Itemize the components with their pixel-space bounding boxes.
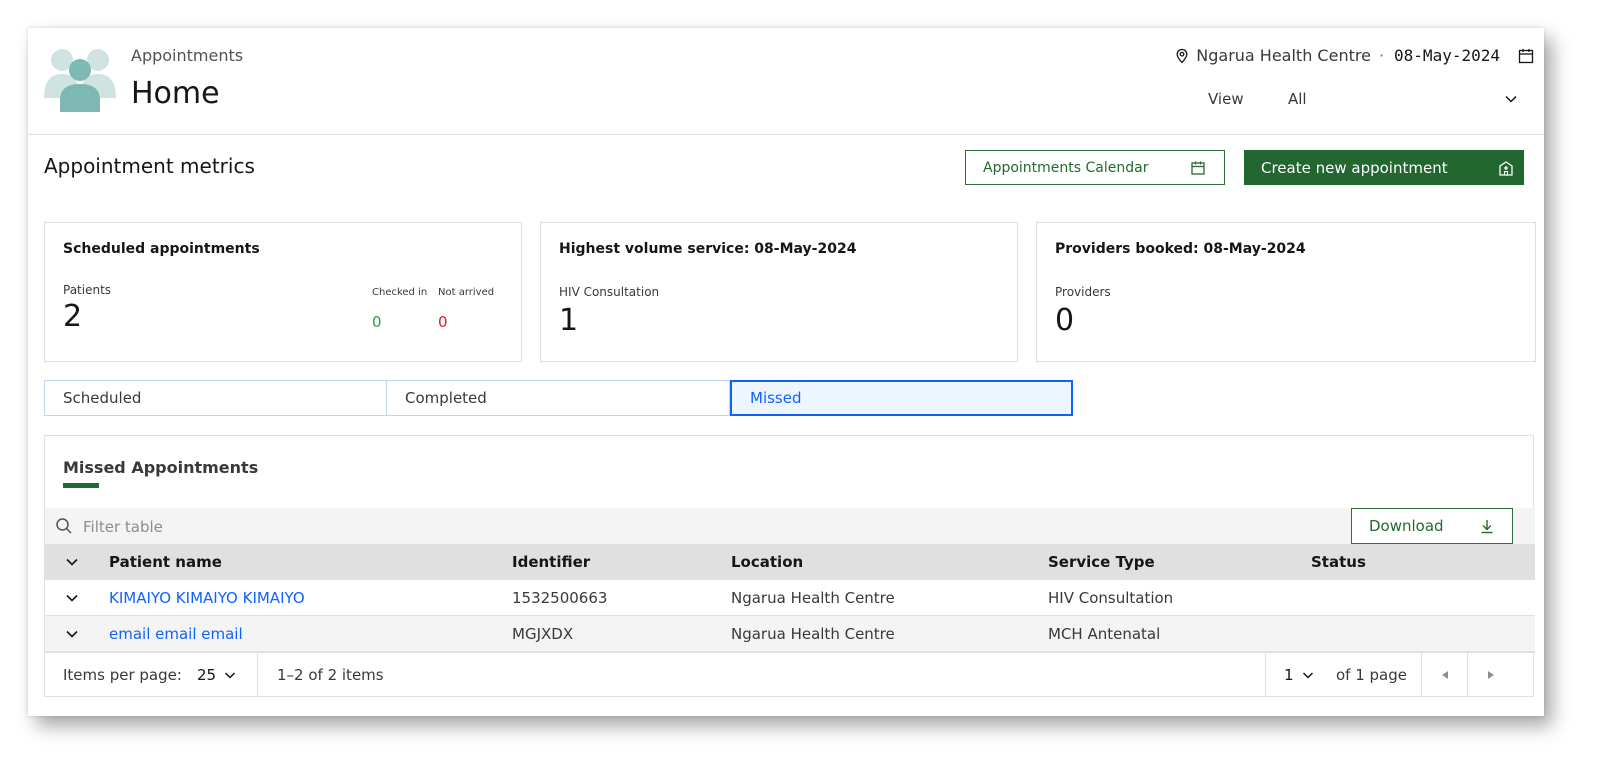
items-range: 1–2 of 2 items: [277, 666, 384, 684]
appointments-people-icon: [44, 49, 116, 112]
chevron-down-icon: [66, 558, 78, 566]
location-cell: Ngarua Health Centre: [731, 625, 895, 643]
chevron-down-icon: [66, 594, 78, 602]
view-label: View: [1208, 90, 1244, 108]
column-header-location[interactable]: Location: [731, 544, 803, 580]
not-arrived-value: 0: [438, 313, 448, 331]
column-header-service-type[interactable]: Service Type: [1048, 544, 1155, 580]
app-window: Appointments Home Ngarua Health Centre ·…: [28, 28, 1544, 716]
column-header-status[interactable]: Status: [1311, 544, 1366, 580]
card-title: Scheduled appointments: [63, 241, 260, 257]
chevron-down-icon: [66, 630, 78, 638]
service-type-cell: MCH Antenatal: [1048, 625, 1161, 643]
checked-in-value: 0: [372, 313, 382, 331]
items-per-page-label: Items per page:: [63, 666, 182, 684]
total-pages: of 1 page: [1336, 666, 1408, 684]
patient-name-link[interactable]: KIMAIYO KIMAIYO KIMAIYO: [109, 589, 305, 607]
caret-left-icon: [1441, 671, 1448, 679]
checked-in-label: Checked in: [372, 287, 428, 298]
row-expand-toggle[interactable]: [65, 580, 81, 616]
tab-missed[interactable]: Missed: [730, 380, 1073, 416]
chevron-down-icon: [1302, 672, 1313, 679]
providers-booked-card: Providers booked: 08-May-2024 Providers …: [1036, 222, 1536, 362]
card-subtitle: Patients: [63, 283, 112, 297]
tab-scheduled[interactable]: Scheduled: [44, 380, 387, 416]
filter-table-input[interactable]: [81, 508, 1345, 546]
calendar-icon[interactable]: [1518, 48, 1534, 64]
expand-all-toggle[interactable]: [65, 544, 81, 580]
highest-volume-service-card: Highest volume service: 08-May-2024 HIV …: [540, 222, 1018, 362]
page-select[interactable]: 1: [1284, 666, 1314, 684]
column-header-identifier[interactable]: Identifier: [512, 544, 590, 580]
pagination: Items per page: 25 1–2 of 2 items 1 of 1…: [45, 652, 1535, 697]
download-button[interactable]: Download: [1351, 508, 1513, 544]
table-row: email email email MGJXDX Ngarua Health C…: [45, 616, 1535, 652]
table-row: KIMAIYO KIMAIYO KIMAIYO 1532500663 Ngaru…: [45, 580, 1535, 616]
table-toolbar: Download: [45, 508, 1535, 546]
divider: [1265, 653, 1266, 697]
table-title: Missed Appointments: [63, 458, 259, 477]
appointment-tabs: Scheduled Completed Missed: [44, 380, 1073, 418]
card-subtitle: HIV Consultation: [559, 285, 660, 299]
card-value: 2: [63, 299, 83, 334]
items-per-page-select[interactable]: 25: [197, 666, 236, 684]
appointments-calendar-label: Appointments Calendar: [983, 159, 1149, 176]
view-selected-value: All: [1288, 90, 1307, 108]
next-page-button[interactable]: [1468, 653, 1513, 697]
search-icon: [56, 518, 72, 534]
scheduled-appointments-card: Scheduled appointments Patients 2 Checke…: [44, 222, 522, 362]
title-underline: [63, 483, 99, 488]
view-select[interactable]: All: [1288, 90, 1518, 108]
appointments-calendar-button[interactable]: Appointments Calendar: [965, 150, 1225, 185]
card-subtitle: Providers: [1055, 285, 1111, 299]
separator: ·: [1378, 46, 1385, 65]
card-value: 1: [559, 303, 579, 338]
identifier-cell: MGJXDX: [512, 625, 574, 643]
divider: [257, 653, 258, 697]
items-per-page-value: 25: [197, 666, 217, 684]
location-date-row: Ngarua Health Centre · 08-May-2024: [1174, 46, 1534, 65]
location-cell: Ngarua Health Centre: [731, 589, 895, 607]
location-name[interactable]: Ngarua Health Centre: [1196, 46, 1371, 65]
column-header-patient-name[interactable]: Patient name: [109, 544, 222, 580]
hospital-building-icon: [1499, 160, 1513, 176]
tab-completed[interactable]: Completed: [387, 380, 730, 416]
patient-name-link[interactable]: email email email: [109, 625, 243, 643]
row-expand-toggle[interactable]: [65, 616, 81, 652]
create-appointment-button[interactable]: Create new appointment: [1244, 150, 1524, 185]
view-filter: View All: [1208, 90, 1518, 108]
download-icon: [1481, 520, 1493, 534]
chevron-down-icon: [225, 672, 236, 679]
card-title: Providers booked: 08-May-2024: [1055, 241, 1306, 257]
page-header: Appointments Home Ngarua Health Centre ·…: [28, 28, 1544, 135]
card-value: 0: [1055, 303, 1075, 338]
page-number: 1: [1284, 666, 1294, 684]
download-label: Download: [1369, 517, 1444, 535]
current-date: 08-May-2024: [1394, 46, 1500, 65]
identifier-cell: 1532500663: [512, 589, 608, 607]
card-title: Highest volume service: 08-May-2024: [559, 241, 857, 257]
missed-appointments-panel: Missed Appointments Download Patient: [44, 435, 1535, 697]
calendar-icon: [1191, 161, 1205, 175]
chevron-down-icon: [1505, 95, 1517, 103]
table-header: Patient name Identifier Location Service…: [45, 544, 1535, 580]
service-type-cell: HIV Consultation: [1048, 589, 1174, 607]
page-title: Home: [131, 76, 220, 111]
not-arrived-label: Not arrived: [438, 287, 495, 298]
create-appointment-label: Create new appointment: [1261, 158, 1448, 177]
caret-right-icon: [1487, 671, 1494, 679]
previous-page-button[interactable]: [1422, 653, 1467, 697]
metrics-title: Appointment metrics: [44, 154, 255, 178]
breadcrumb: Appointments: [131, 46, 244, 65]
location-pin-icon: [1176, 48, 1188, 63]
